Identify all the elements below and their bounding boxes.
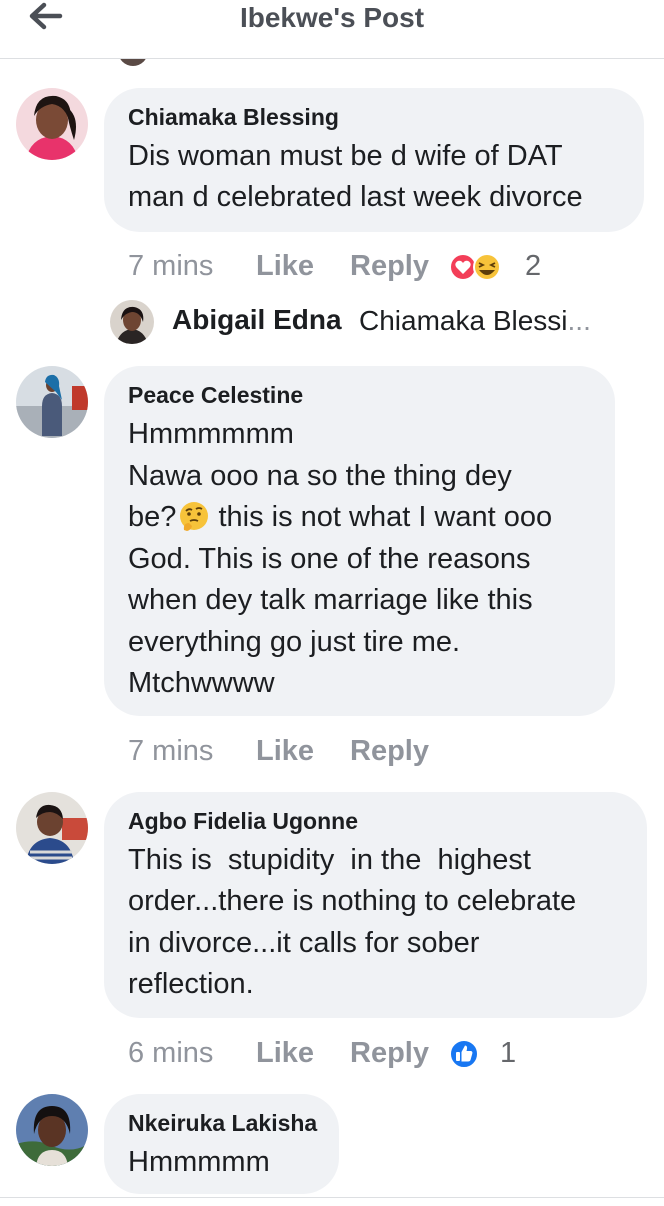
comment-text-line: This is stupidity in the highest	[128, 844, 531, 876]
avatar-abigail-edna[interactable]	[110, 300, 154, 344]
nested-reply-row[interactable]: Abigail Edna Chiamaka Blessi...	[110, 300, 650, 344]
reply-button[interactable]: Reply	[350, 1033, 429, 1073]
comment-time[interactable]: 6 mins	[128, 1033, 213, 1073]
like-thumb-icon[interactable]	[448, 1038, 480, 1070]
profile-photo	[16, 88, 88, 160]
like-button[interactable]: Like	[256, 246, 314, 286]
avatar-chiamaka-blessing[interactable]	[16, 88, 88, 160]
comment-text-line: Nawa ooo na so the thing dey	[128, 460, 512, 492]
comment-author[interactable]: Peace Celestine	[128, 382, 303, 409]
comment-text-line: reflection.	[128, 968, 254, 1000]
avatar-peace-celestine[interactable]	[16, 366, 88, 438]
comment-text-line: when dey talk marriage like this	[128, 584, 533, 616]
comment-text-line: man d celebrated last week divorce	[128, 181, 583, 213]
thinking-face-icon	[180, 502, 209, 531]
comment-time[interactable]: 7 mins	[128, 731, 213, 771]
reactions-cluster[interactable]	[448, 252, 508, 282]
like-button[interactable]: Like	[256, 1033, 314, 1073]
previous-comment-clipped	[0, 58, 664, 68]
comment-text-line: Dis woman must be d wife of DAT	[128, 140, 563, 172]
comment-meta: 7 mins Like Reply 2	[128, 246, 648, 286]
reply-snippet-text: Chiamaka Blessi	[359, 305, 568, 336]
avatar-agbo-fidelia-ugonne[interactable]	[16, 792, 88, 864]
comment-text-fragment: this is not what I want ooo	[210, 501, 553, 533]
comment-text-fragment: be?	[128, 501, 177, 533]
comment-time[interactable]: 7 mins	[128, 246, 213, 286]
avatar-nkeiruka-lakisha[interactable]	[16, 1094, 88, 1166]
top-bar: Ibekwe's Post	[0, 0, 664, 59]
like-button[interactable]: Like	[256, 731, 314, 771]
comment-author[interactable]: Nkeiruka Lakisha	[128, 1110, 317, 1137]
comment-text-line: in divorce...it calls for sober	[128, 927, 480, 959]
comment-author[interactable]: Agbo Fidelia Ugonne	[128, 808, 358, 835]
profile-photo	[16, 1094, 88, 1166]
reply-button[interactable]: Reply	[350, 246, 429, 286]
comment-text-line: be? this is not what I want ooo	[128, 497, 552, 539]
avatar	[118, 58, 148, 66]
profile-photo	[110, 300, 154, 344]
divider	[0, 1197, 664, 1198]
comment-author[interactable]: Chiamaka Blessing	[128, 104, 339, 131]
comment-bubble[interactable]: Nkeiruka Lakisha Hmmmmm	[104, 1094, 339, 1194]
comment-bubble[interactable]: Peace Celestine Hmmmmmm Nawa ooo na so t…	[104, 366, 615, 716]
page-title: Ibekwe's Post	[239, 2, 425, 33]
comment-text-line: God. This is one of the reasons	[128, 543, 531, 575]
comment-meta: 6 mins Like Reply 1	[128, 1033, 648, 1073]
comment-meta: 7 mins Like Reply	[128, 731, 648, 771]
reply-button[interactable]: Reply	[350, 731, 429, 771]
profile-photo	[16, 366, 88, 438]
profile-photo	[16, 792, 88, 864]
reply-author[interactable]: Abigail Edna	[172, 304, 342, 336]
comment-text-line: Mtchwwww	[128, 667, 275, 699]
comment-text-line: Hmmmmm	[128, 1146, 270, 1178]
comment-bubble[interactable]: Agbo Fidelia Ugonne This is stupidity in…	[104, 792, 647, 1018]
reply-ellipsis: ...	[567, 305, 591, 336]
reply-snippet: Chiamaka Blessi...	[359, 305, 591, 337]
comment-text-line: everything go just tire me.	[128, 626, 461, 658]
laughing-emoji-icon	[473, 253, 501, 281]
comment-text-line: order...there is nothing to celebrate	[128, 885, 577, 917]
reaction-count[interactable]: 1	[500, 1033, 516, 1073]
comment-bubble[interactable]: Chiamaka Blessing Dis woman must be d wi…	[104, 88, 644, 232]
reaction-count[interactable]: 2	[525, 246, 541, 286]
comment-text-line: Hmmmmmm	[128, 418, 294, 450]
